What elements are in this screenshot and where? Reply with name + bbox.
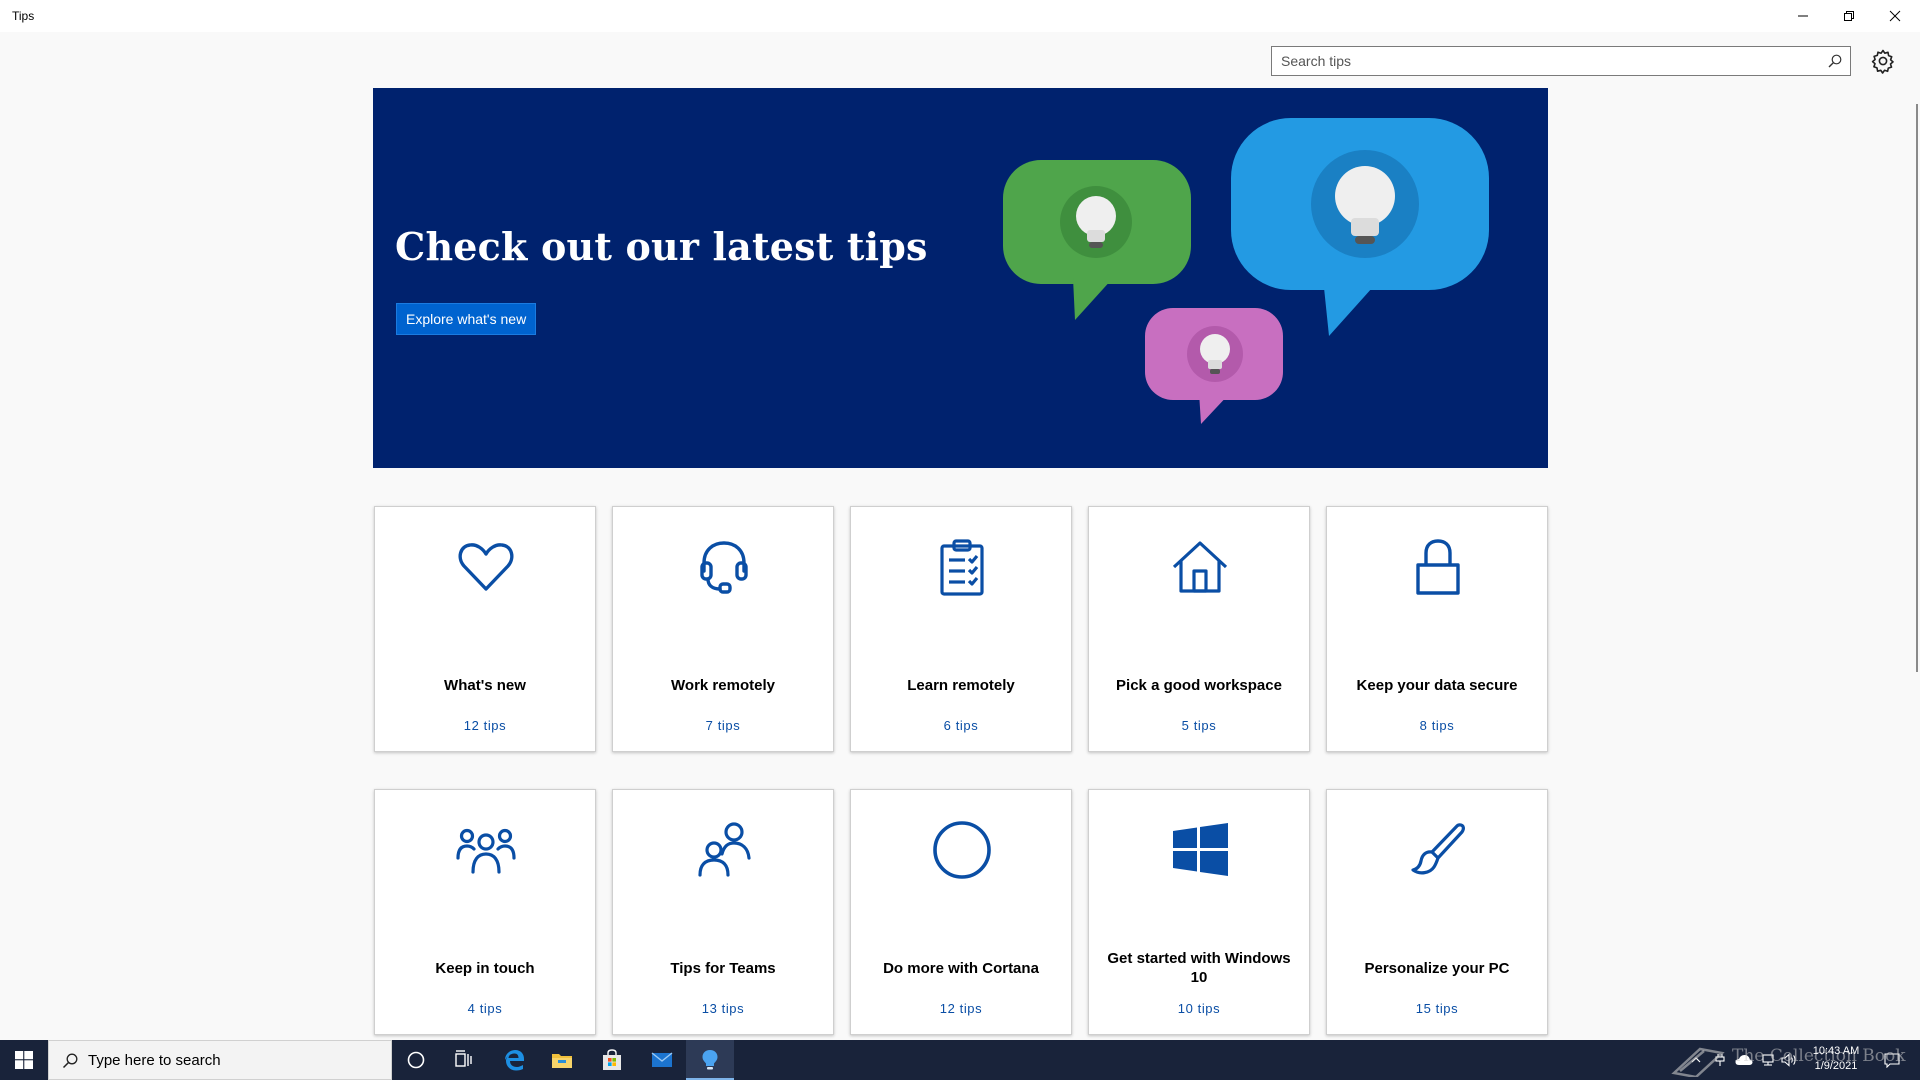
restore-button[interactable] (1826, 0, 1872, 32)
card-learn-remotely[interactable]: Learn remotely 6 tips (850, 506, 1072, 752)
close-button[interactable] (1872, 0, 1918, 32)
card-title: Keep your data secure (1356, 676, 1518, 694)
blue-bubble-icon (1231, 118, 1489, 336)
file-explorer-icon (552, 1054, 572, 1068)
lightbulb-speech-bubbles-illustration (1003, 118, 1489, 424)
card-tip-count: 6 tips (943, 718, 979, 733)
card-tips-for-teams[interactable]: Tips for Teams 13 tips (612, 789, 834, 1035)
taskbar-clock[interactable]: 10:43 AM 1/9/2021 (1796, 1044, 1876, 1074)
card-tip-count: 8 tips (1419, 718, 1455, 733)
card-personalize-your-pc[interactable]: Personalize your PC 15 tips (1326, 789, 1548, 1035)
hero-title: Check out our latest tips (395, 224, 928, 269)
card-title: Keep in touch (435, 959, 535, 977)
clock-date: 1/9/2021 (1814, 1060, 1858, 1072)
card-whats-new[interactable]: What's new 12 tips (374, 506, 596, 752)
card-title: Work remotely (671, 676, 775, 694)
card-work-remotely[interactable]: Work remotely 7 tips (612, 506, 834, 752)
minimize-button[interactable] (1780, 0, 1826, 32)
card-get-started-with-windows-10[interactable]: Get started with Windows 10 10 tips (1088, 789, 1310, 1035)
card-title: Do more with Cortana (883, 959, 1039, 977)
cortana-circle-icon (933, 821, 991, 879)
card-tip-count: 12 tips (939, 1001, 983, 1016)
windows-start-icon (15, 1051, 33, 1069)
card-tip-count: 12 tips (463, 718, 507, 733)
title-bar: Tips (0, 0, 1920, 32)
explore-whats-new-button[interactable]: Explore what's new (396, 303, 537, 335)
search-icon[interactable] (1828, 54, 1842, 68)
minimize-icon (1798, 15, 1808, 17)
card-title: What's new (444, 676, 526, 694)
card-tip-count: 7 tips (705, 718, 741, 733)
card-tip-count: 13 tips (701, 1001, 745, 1016)
windows-logo-icon (1173, 823, 1228, 876)
card-title: Tips for Teams (670, 959, 776, 977)
edge-icon (505, 1050, 524, 1071)
pink-bubble-icon (1145, 308, 1283, 424)
app-title: Tips (12, 9, 35, 23)
heart-icon (458, 543, 514, 591)
cortana-icon (407, 1051, 425, 1069)
restore-icon (1844, 11, 1854, 21)
clock-time: 10:43 AM (1812, 1045, 1860, 1057)
tips-app-button[interactable] (686, 1040, 734, 1080)
card-tip-count: 10 tips (1177, 1001, 1221, 1016)
edge-button[interactable] (490, 1040, 538, 1080)
taskbar: Type here to search (0, 1040, 1920, 1080)
card-keep-your-data-secure[interactable]: Keep your data secure 8 tips (1326, 506, 1548, 752)
card-do-more-with-cortana[interactable]: Do more with Cortana 12 tips (850, 789, 1072, 1035)
mail-button[interactable] (638, 1040, 686, 1080)
card-pick-a-good-workspace[interactable]: Pick a good workspace 5 tips (1088, 506, 1310, 752)
tips-icon (702, 1050, 718, 1070)
close-icon (1889, 10, 1901, 22)
cortana-button[interactable] (392, 1040, 440, 1080)
card-title: Personalize your PC (1364, 959, 1510, 977)
headset-icon (700, 541, 748, 594)
store-icon (603, 1049, 621, 1070)
people-group-icon (456, 828, 516, 874)
hero-banner: Check out our latest tips Explore what's… (373, 88, 1548, 468)
home-icon (1172, 541, 1228, 593)
task-view-button[interactable] (440, 1040, 488, 1080)
store-button[interactable] (588, 1040, 636, 1080)
clipboard-checklist-icon (940, 539, 984, 596)
card-tip-count: 5 tips (1181, 718, 1217, 733)
card-tip-count: 15 tips (1415, 1001, 1459, 1016)
mail-icon (651, 1052, 673, 1067)
file-explorer-button[interactable] (538, 1040, 586, 1080)
card-title: Pick a good workspace (1116, 676, 1282, 694)
settings-gear-icon[interactable] (1870, 48, 1896, 74)
card-tip-count: 4 tips (467, 1001, 503, 1016)
paintbrush-icon (1411, 823, 1465, 875)
green-bubble-icon (1003, 160, 1191, 320)
taskbar-search-icon (62, 1053, 78, 1069)
people-pair-icon (698, 822, 751, 877)
search-box (1271, 46, 1851, 76)
card-keep-in-touch[interactable]: Keep in touch 4 tips (374, 789, 596, 1035)
search-input[interactable] (1272, 47, 1812, 75)
card-title: Get started with Windows 10 (1107, 950, 1291, 986)
start-button[interactable] (0, 1040, 48, 1080)
task-view-icon (455, 1050, 472, 1067)
taskbar-search-box[interactable]: Type here to search (48, 1040, 392, 1080)
card-title: Learn remotely (907, 676, 1015, 694)
lock-icon (1416, 539, 1460, 595)
scrollbar-thumb[interactable] (1916, 104, 1918, 672)
taskbar-search-placeholder: Type here to search (88, 1052, 221, 1069)
